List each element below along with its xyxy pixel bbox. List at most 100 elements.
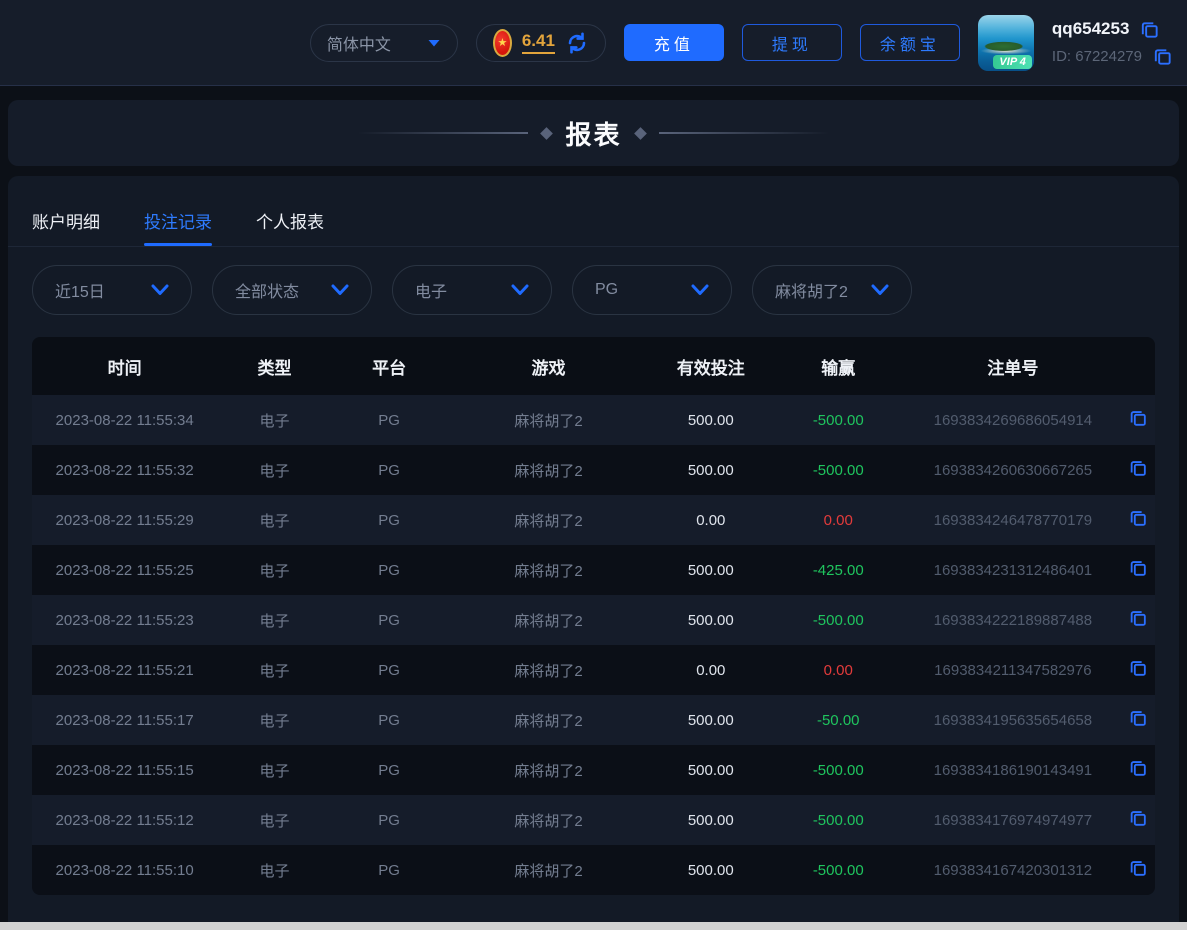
cell-time: 2023-08-22 11:55:10 [32, 845, 217, 895]
chevron-down-icon [871, 284, 889, 296]
col-header-win-loss: 输赢 [771, 337, 906, 395]
chevron-down-icon [427, 38, 441, 48]
cell-win-loss: 0.00 [771, 495, 906, 545]
cell-game: 麻将胡了2 [446, 845, 650, 895]
cell-time: 2023-08-22 11:55:32 [32, 445, 217, 495]
copy-bet-number-icon[interactable] [1128, 658, 1148, 678]
user-id: ID: 67224279 [1052, 48, 1142, 65]
user-info-block: qq654253 ID: 67224279 [1052, 19, 1173, 67]
cell-type: 电子 [217, 445, 332, 495]
copy-bet-number-icon[interactable] [1128, 808, 1148, 828]
avatar[interactable]: VIP 4 [978, 15, 1034, 71]
cell-time: 2023-08-22 11:55:12 [32, 795, 217, 845]
report-tabs: 账户明细 投注记录 个人报表 [8, 176, 1179, 247]
cell-platform: PG [332, 495, 447, 545]
col-header-type: 类型 [217, 337, 332, 395]
copy-user-id-icon[interactable] [1152, 46, 1173, 67]
yuebao-button[interactable]: 余额宝 [860, 24, 960, 61]
cell-platform: PG [332, 445, 447, 495]
cell-type: 电子 [217, 795, 332, 845]
copy-bet-number-icon[interactable] [1128, 608, 1148, 628]
copy-bet-number-icon[interactable] [1128, 508, 1148, 528]
copy-bet-number-icon[interactable] [1128, 458, 1148, 478]
cell-valid-bet: 500.00 [651, 845, 771, 895]
cell-game: 麻将胡了2 [446, 645, 650, 695]
cell-platform: PG [332, 795, 447, 845]
cell-time: 2023-08-22 11:55:34 [32, 395, 217, 445]
cell-win-loss: -50.00 [771, 695, 906, 745]
cell-game: 麻将胡了2 [446, 795, 650, 845]
cell-win-loss: -500.00 [771, 595, 906, 645]
cell-platform: PG [332, 395, 447, 445]
filter-date-range[interactable]: 近15日 [32, 265, 192, 315]
cell-copy [1120, 745, 1155, 795]
filter-platform[interactable]: PG [572, 265, 732, 315]
table-row: 2023-08-22 11:55:32 电子 PG 麻将胡了2 500.00 -… [32, 445, 1155, 495]
filter-game[interactable]: 麻将胡了2 [752, 265, 912, 315]
cell-time: 2023-08-22 11:55:29 [32, 495, 217, 545]
vip-badge: VIP 4 [993, 55, 1032, 69]
cell-type: 电子 [217, 595, 332, 645]
table-row: 2023-08-22 11:55:21 电子 PG 麻将胡了2 0.00 0.0… [32, 645, 1155, 695]
cell-type: 电子 [217, 395, 332, 445]
filter-category-value: 电子 [415, 278, 447, 302]
top-header-bar: 简体中文 ★ 6.41 充值 提现 余额宝 VIP 4 qq654253 [0, 0, 1187, 86]
filter-status-value: 全部状态 [235, 278, 299, 302]
cell-win-loss: -425.00 [771, 545, 906, 595]
cell-bet-number: 1693834246478770179 [906, 495, 1120, 545]
copy-bet-number-icon[interactable] [1128, 758, 1148, 778]
cell-valid-bet: 500.00 [651, 445, 771, 495]
language-selector[interactable]: 简体中文 [310, 24, 458, 62]
language-label: 简体中文 [327, 31, 391, 55]
cell-game: 麻将胡了2 [446, 395, 650, 445]
withdraw-button[interactable]: 提现 [742, 24, 842, 61]
filter-category[interactable]: 电子 [392, 265, 552, 315]
cell-platform: PG [332, 595, 447, 645]
cell-valid-bet: 0.00 [651, 495, 771, 545]
copy-bet-number-icon[interactable] [1128, 858, 1148, 878]
cell-time: 2023-08-22 11:55:25 [32, 545, 217, 595]
tab-personal-report[interactable]: 个人报表 [256, 208, 324, 246]
filter-game-value: 麻将胡了2 [775, 278, 848, 302]
cell-win-loss: -500.00 [771, 745, 906, 795]
title-decor-diamond-right [634, 127, 647, 140]
cell-type: 电子 [217, 695, 332, 745]
cell-valid-bet: 500.00 [651, 795, 771, 845]
title-decor-diamond-left [541, 127, 554, 140]
cell-game: 麻将胡了2 [446, 495, 650, 545]
cell-game: 麻将胡了2 [446, 595, 650, 645]
cell-win-loss: -500.00 [771, 395, 906, 445]
cell-copy [1120, 595, 1155, 645]
horizontal-scrollbar[interactable] [0, 922, 1187, 930]
cell-valid-bet: 500.00 [651, 595, 771, 645]
copy-bet-number-icon[interactable] [1128, 408, 1148, 428]
cell-copy [1120, 545, 1155, 595]
col-header-time: 时间 [32, 337, 217, 395]
exchange-rate-value[interactable]: 6.41 [522, 31, 555, 54]
filter-status[interactable]: 全部状态 [212, 265, 372, 315]
cell-win-loss: 0.00 [771, 645, 906, 695]
cell-win-loss: -500.00 [771, 845, 906, 895]
copy-username-icon[interactable] [1139, 19, 1160, 40]
copy-bet-number-icon[interactable] [1128, 708, 1148, 728]
tab-account-details[interactable]: 账户明细 [32, 208, 100, 246]
bet-table-body: 2023-08-22 11:55:34 电子 PG 麻将胡了2 500.00 -… [32, 395, 1155, 895]
chevron-down-icon [691, 284, 709, 296]
report-content-panel: 账户明细 投注记录 个人报表 近15日 全部状态 电子 PG [8, 176, 1179, 922]
tab-bet-records[interactable]: 投注记录 [144, 208, 212, 246]
cell-type: 电子 [217, 745, 332, 795]
table-row: 2023-08-22 11:55:25 电子 PG 麻将胡了2 500.00 -… [32, 545, 1155, 595]
cell-copy [1120, 845, 1155, 895]
refresh-icon[interactable] [565, 31, 589, 55]
cell-game: 麻将胡了2 [446, 745, 650, 795]
cell-time: 2023-08-22 11:55:21 [32, 645, 217, 695]
cell-time: 2023-08-22 11:55:23 [32, 595, 217, 645]
cell-bet-number: 1693834231312486401 [906, 545, 1120, 595]
cell-copy [1120, 395, 1155, 445]
copy-bet-number-icon[interactable] [1128, 558, 1148, 578]
table-row: 2023-08-22 11:55:10 电子 PG 麻将胡了2 500.00 -… [32, 845, 1155, 895]
recharge-button[interactable]: 充值 [624, 24, 724, 61]
chevron-down-icon [511, 284, 529, 296]
col-header-copy [1120, 337, 1155, 395]
cell-valid-bet: 0.00 [651, 645, 771, 695]
